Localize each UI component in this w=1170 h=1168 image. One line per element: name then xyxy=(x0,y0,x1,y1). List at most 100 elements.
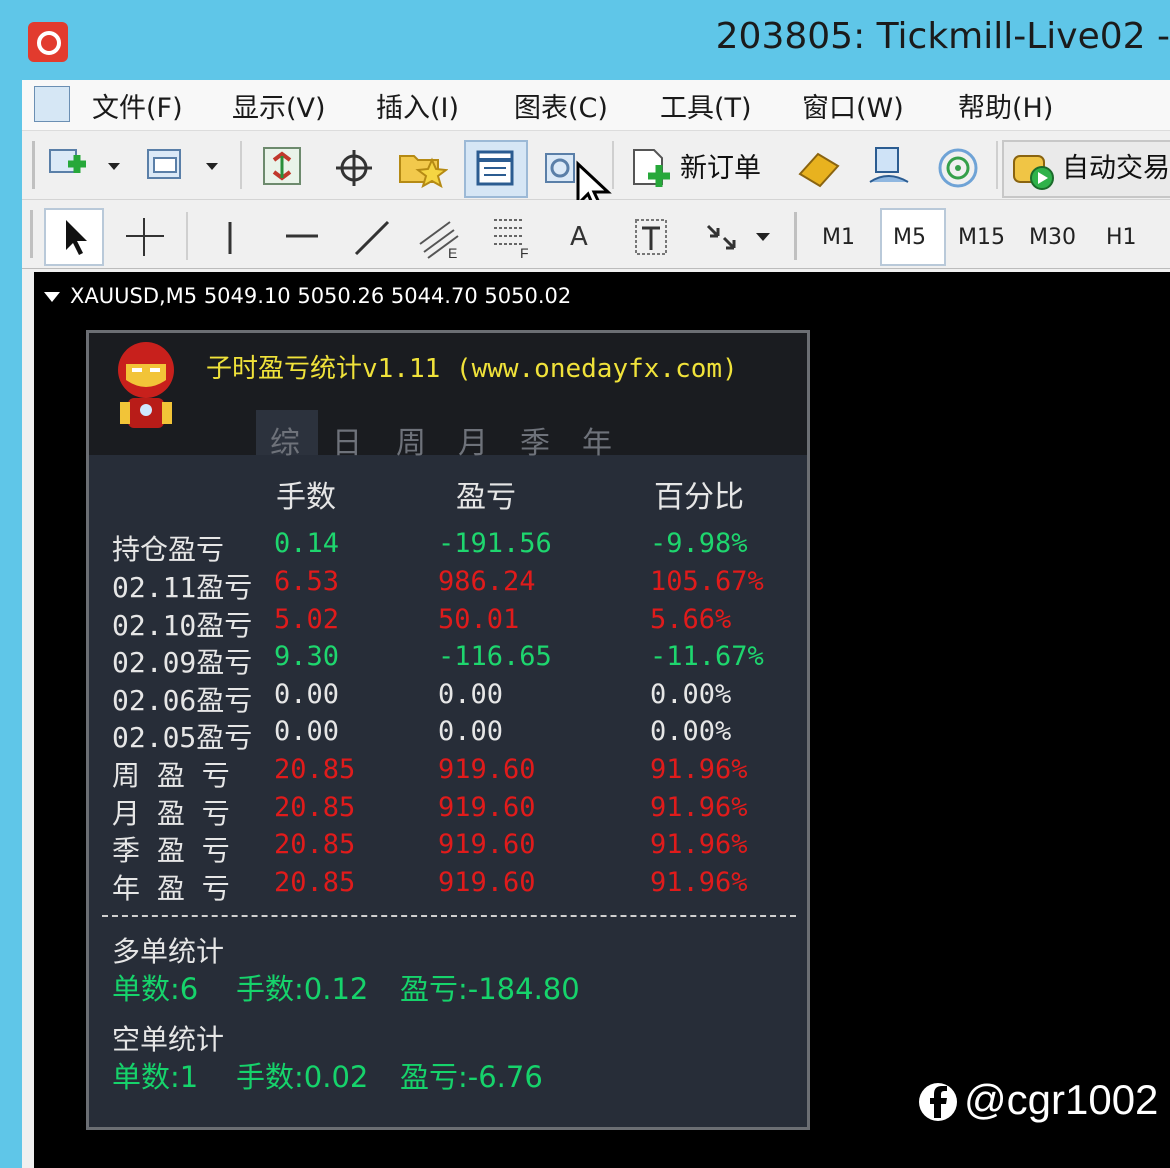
header-lots: 手数 xyxy=(276,480,336,515)
row-pnl: -116.65 xyxy=(438,641,552,672)
row-label: 02.10盈亏 xyxy=(112,609,253,642)
symbol-ohlc-line: XAUUSD,M5 5049.10 5050.26 5044.70 5050.0… xyxy=(70,284,572,308)
dropdown-arrow-icon[interactable] xyxy=(106,160,122,174)
row-pnl: 0.00 xyxy=(438,679,504,710)
profiles-icon[interactable] xyxy=(146,146,192,186)
new-order-icon xyxy=(633,149,670,187)
tab-quarter[interactable]: 季 xyxy=(520,418,550,462)
tab-year[interactable]: 年 xyxy=(582,418,612,462)
timeframe-m15[interactable]: M15 xyxy=(958,225,1005,250)
row-percent: 91.96% xyxy=(650,792,748,823)
row-percent: 105.67% xyxy=(650,566,764,597)
row-pnl: -191.56 xyxy=(438,528,552,559)
tab-summary[interactable]: 综 xyxy=(270,418,300,462)
new-order-button[interactable]: 新订单 xyxy=(680,146,761,185)
data-window-crosshair-icon[interactable] xyxy=(334,148,376,190)
row-label: 02.11盈亏 xyxy=(112,571,253,604)
row-percent: 91.96% xyxy=(650,829,748,860)
row-lots: 0.14 xyxy=(274,528,340,559)
tab-day[interactable]: 日 xyxy=(332,418,362,462)
svg-text:F: F xyxy=(520,245,529,260)
fibonacci-icon[interactable]: E xyxy=(418,214,464,260)
short-lots: 手数:0.02 xyxy=(236,1060,369,1094)
collapse-triangle-icon[interactable] xyxy=(42,290,62,304)
vertical-line-icon[interactable] xyxy=(220,218,240,258)
row-lots: 20.85 xyxy=(274,792,356,823)
menu-help[interactable]: 帮助(H) xyxy=(958,86,1053,125)
row-pnl: 50.01 xyxy=(438,604,520,635)
timeframe-m30[interactable]: M30 xyxy=(1029,225,1076,250)
long-lots: 手数:0.12 xyxy=(236,972,369,1006)
facebook-icon xyxy=(919,1083,957,1121)
new-chart-icon[interactable] xyxy=(48,146,94,186)
row-percent: 5.66% xyxy=(650,604,732,635)
row-percent: -9.98% xyxy=(650,528,748,559)
row-label: 02.09盈亏 xyxy=(112,646,253,679)
text-tool-button[interactable]: A xyxy=(570,222,588,252)
toolbar-separator xyxy=(996,141,998,189)
cursor-tool-button[interactable] xyxy=(44,208,104,266)
trendline-icon[interactable] xyxy=(352,218,392,258)
row-pnl: 919.60 xyxy=(438,867,536,898)
long-stats-title: 多单统计 xyxy=(112,935,225,968)
short-count: 单数:1 xyxy=(112,1060,199,1094)
text-label-icon[interactable] xyxy=(634,218,670,258)
crosshair-icon[interactable] xyxy=(124,216,168,260)
market-watch-icon[interactable] xyxy=(262,146,304,188)
long-count: 单数:6 xyxy=(112,972,199,1006)
watermark-handle: @cgr1002 xyxy=(964,1076,1159,1123)
timeframe-m1[interactable]: M1 xyxy=(822,225,855,250)
short-pnl: 盈亏:-6.76 xyxy=(400,1060,543,1094)
signals-icon[interactable] xyxy=(936,146,982,190)
menu-view[interactable]: 显示(V) xyxy=(232,86,326,125)
row-pnl: 986.24 xyxy=(438,566,536,597)
toolbar-grip xyxy=(30,210,33,258)
app-logo-icon xyxy=(28,22,68,62)
timeframe-h1[interactable]: H1 xyxy=(1106,225,1137,250)
row-percent: -11.67% xyxy=(650,641,764,672)
toolbar-separator xyxy=(612,141,614,189)
gann-grid-icon[interactable]: F xyxy=(490,214,536,260)
row-label: 周 盈 亏 xyxy=(112,759,230,792)
row-lots: 20.85 xyxy=(274,867,356,898)
toolbar-grip xyxy=(32,141,35,189)
row-lots: 6.53 xyxy=(274,566,340,597)
row-percent: 91.96% xyxy=(650,867,748,898)
arrows-icon[interactable] xyxy=(702,220,742,256)
toolbar-separator xyxy=(186,212,188,260)
row-percent: 0.00% xyxy=(650,679,732,710)
menu-file[interactable]: 文件(F) xyxy=(92,86,183,125)
metaeditor-icon[interactable] xyxy=(796,148,842,190)
tab-month[interactable]: 月 xyxy=(458,418,488,462)
row-pnl: 919.60 xyxy=(438,754,536,785)
menu-charts[interactable]: 图表(C) xyxy=(514,86,608,125)
auto-trading-icon xyxy=(1013,155,1054,190)
menu-tools[interactable]: 工具(T) xyxy=(660,86,752,125)
arrow-pointer-icon xyxy=(66,220,87,255)
terminal-button[interactable] xyxy=(464,140,528,198)
row-lots: 5.02 xyxy=(274,604,340,635)
auto-trading-label: 自动交易 xyxy=(1062,153,1170,184)
dropdown-arrow-icon[interactable] xyxy=(754,230,772,244)
row-label: 月 盈 亏 xyxy=(112,797,230,830)
toolbar-separator xyxy=(240,141,242,189)
row-lots: 0.00 xyxy=(274,679,340,710)
menu-window[interactable]: 窗口(W) xyxy=(802,86,904,125)
horizontal-line-icon[interactable] xyxy=(282,226,322,246)
dropdown-arrow-icon[interactable] xyxy=(204,160,220,174)
menu-insert[interactable]: 插入(I) xyxy=(376,86,459,125)
row-pnl: 919.60 xyxy=(438,792,536,823)
document-icon[interactable] xyxy=(34,86,70,122)
timeframe-m5[interactable]: M5 xyxy=(893,225,926,250)
auto-trading-button[interactable]: 自动交易 xyxy=(1002,140,1170,198)
row-label: 持仓盈亏 xyxy=(112,533,225,566)
row-label: 季 盈 亏 xyxy=(112,834,230,867)
navigator-star-icon[interactable] xyxy=(398,146,448,190)
header-percent: 百分比 xyxy=(654,480,744,515)
tab-week[interactable]: 周 xyxy=(396,418,426,462)
row-pnl: 919.60 xyxy=(438,829,536,860)
row-lots: 9.30 xyxy=(274,641,340,672)
experts-icon[interactable] xyxy=(866,144,912,190)
row-label: 年 盈 亏 xyxy=(112,872,230,905)
row-lots: 0.00 xyxy=(274,716,340,747)
